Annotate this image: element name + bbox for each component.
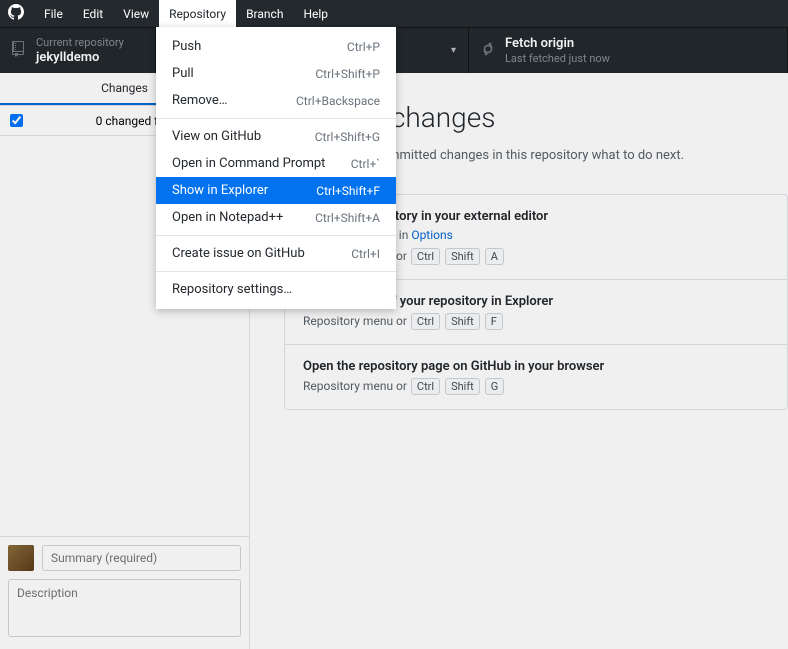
repo-label: Current repository [36,36,124,50]
kbd-key: G [485,378,505,395]
menu-item-pull[interactable]: PullCtrl+Shift+P [156,60,396,87]
fetch-label: Fetch origin [505,36,610,52]
fetch-status: Last fetched just now [505,52,610,66]
menu-separator [156,118,396,119]
kbd-key: Shift [445,248,480,265]
repository-menu: PushCtrl+PPullCtrl+Shift+PRemove…Ctrl+Ba… [156,27,396,309]
kbd-key: A [485,248,504,265]
avatar [8,545,34,571]
card-title: Open the repository page on GitHub in yo… [303,359,769,374]
summary-input[interactable] [42,545,241,571]
menu-separator [156,271,396,272]
menubar: FileEditViewRepositoryBranchHelp [0,0,788,27]
menu-item-repository-settings[interactable]: Repository settings… [156,276,396,303]
options-link[interactable]: Options [411,228,453,242]
menu-branch[interactable]: Branch [236,0,293,27]
menu-item-push[interactable]: PushCtrl+P [156,33,396,60]
menu-item-create-issue-on-github[interactable]: Create issue on GitHubCtrl+I [156,240,396,267]
menu-separator [156,235,396,236]
kbd-key: Shift [445,313,480,330]
current-repository-selector[interactable]: Current repository jekylldemo [0,28,156,73]
github-logo-icon [8,4,24,23]
menu-file[interactable]: File [34,0,73,27]
kbd-key: Ctrl [411,313,440,330]
menu-repository[interactable]: Repository [159,0,236,27]
suggestion-card[interactable]: Open the repository page on GitHub in yo… [285,345,787,409]
menu-item-open-in-notepad[interactable]: Open in Notepad++Ctrl+Shift+A [156,204,396,231]
kbd-key: Ctrl [411,378,440,395]
menu-edit[interactable]: Edit [73,0,113,27]
chevron-down-icon: ▾ [451,45,456,56]
menu-view[interactable]: View [113,0,159,27]
repo-name: jekylldemo [36,50,124,66]
fetch-origin-button[interactable]: Fetch origin Last fetched just now [469,28,788,73]
kbd-key: Shift [445,378,480,395]
kbd-key: F [485,313,503,330]
menu-help[interactable]: Help [293,0,338,27]
menu-item-remove[interactable]: Remove…Ctrl+Backspace [156,87,396,114]
menu-item-show-in-explorer[interactable]: Show in ExplorerCtrl+Shift+F [156,177,396,204]
card-shortcut: Repository menu or Ctrl Shift G [303,378,769,395]
sync-icon [481,41,495,61]
kbd-key: Ctrl [411,248,440,265]
select-all-checkbox[interactable] [10,114,23,127]
menu-item-open-in-command-prompt[interactable]: Open in Command PromptCtrl+` [156,150,396,177]
commit-box [0,536,249,649]
card-shortcut: Repository menu or Ctrl Shift F [303,313,769,330]
repo-icon [12,41,26,61]
menu-item-view-on-github[interactable]: View on GitHubCtrl+Shift+G [156,123,396,150]
description-input[interactable] [8,579,241,637]
